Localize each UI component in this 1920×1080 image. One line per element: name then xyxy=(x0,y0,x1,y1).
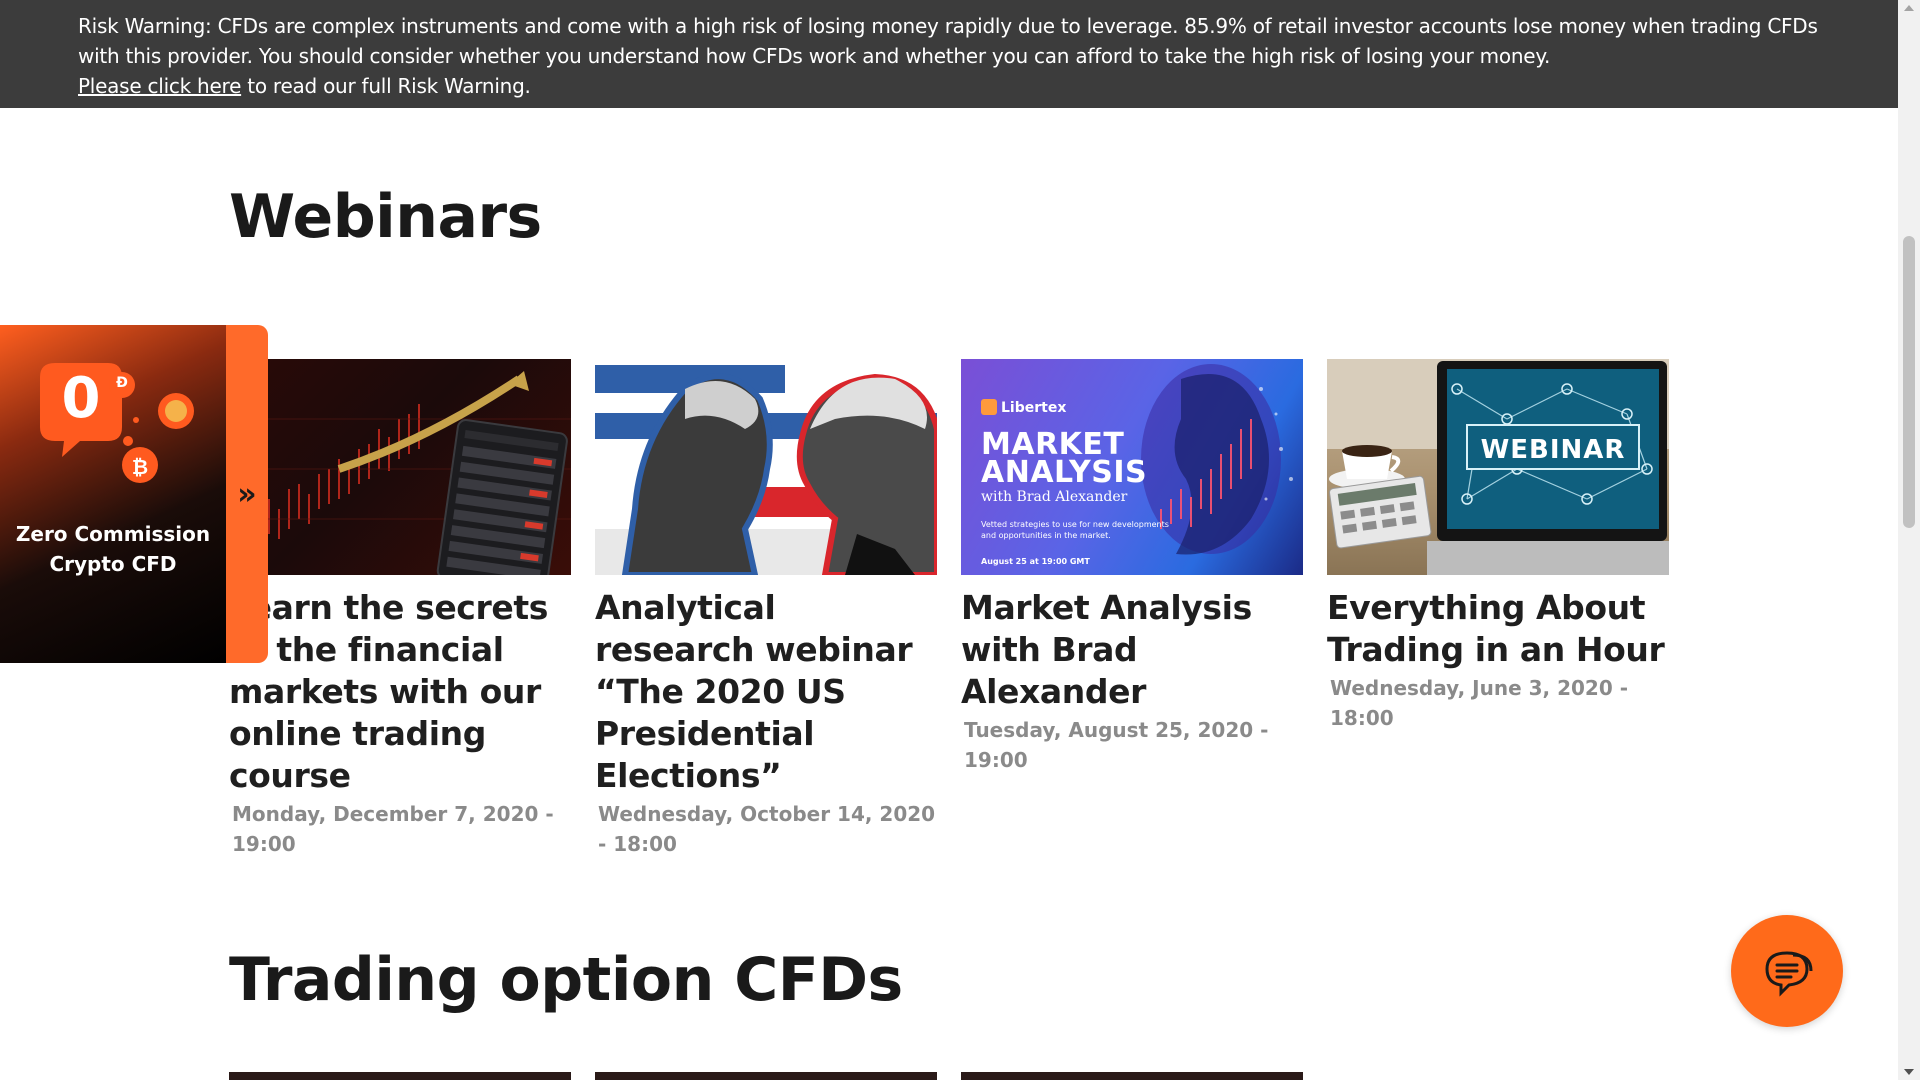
webinar-laptop-image[interactable]: WEBINAR xyxy=(1327,359,1669,575)
bitcoin-icon: ₿ xyxy=(131,455,149,479)
webinars-heading: Webinars xyxy=(229,182,542,252)
webinar-card[interactable]: Learn the secrets of the financial marke… xyxy=(229,359,571,859)
webinar-card[interactable]: Libertex MARKET ANALYSIS with Brad Alexa… xyxy=(961,359,1303,775)
webinar-date: Wednesday, October 14, 2020 - 18:00 xyxy=(598,802,936,856)
webinar-title[interactable]: Everything About Trading in an Hour xyxy=(1327,587,1669,671)
risk-warning-banner: Risk Warning: CFDs are complex instrumen… xyxy=(0,0,1898,108)
scroll-up-icon[interactable] xyxy=(1904,5,1914,11)
webinar-date: Monday, December 7, 2020 - 19:00 xyxy=(232,802,554,856)
shiba-coin-icon xyxy=(166,401,186,421)
market-analysis-image[interactable]: Libertex MARKET ANALYSIS with Brad Alexa… xyxy=(961,359,1303,575)
promo-panel[interactable]: 0 Ð ₿ Zero Commission Crypto CFD xyxy=(0,325,226,663)
thumb-headline: MARKET ANALYSIS xyxy=(981,427,1148,490)
promo-zero-badge: 0 xyxy=(61,366,101,431)
promo-expand-tab[interactable]: » xyxy=(226,325,268,663)
chat-button[interactable] xyxy=(1731,915,1843,1027)
webinar-title[interactable]: Market Analysis with Brad Alexander xyxy=(961,587,1303,713)
chat-bubble-icon[interactable] xyxy=(1759,943,1815,999)
risk-warning-text: Risk Warning: CFDs are complex instrumen… xyxy=(78,14,1818,68)
page-scrollbar[interactable] xyxy=(1898,0,1920,1080)
stock-chart-image[interactable] xyxy=(229,359,571,575)
webinar-title[interactable]: Analytical research webinar “The 2020 US… xyxy=(595,587,937,797)
webinar-title[interactable]: Learn the secrets of the financial marke… xyxy=(229,587,571,797)
thumb-screen-text: WEBINAR xyxy=(1480,435,1626,465)
thumb-brand: Libertex xyxy=(981,399,1066,416)
cfd-card-image[interactable] xyxy=(595,1072,937,1080)
thumb-when: August 25 at 19:00 GMT xyxy=(981,557,1090,566)
libertex-logo-icon xyxy=(981,399,997,415)
page: Risk Warning: CFDs are complex instrumen… xyxy=(0,0,1920,1080)
zero-commission-promo[interactable]: 0 Ð ₿ Zero Commission Crypto CFD » xyxy=(0,325,268,663)
webinar-card[interactable]: WEBINAR Everything About Trading in an H… xyxy=(1327,359,1669,733)
thumb-with: with Brad Alexander xyxy=(981,489,1128,505)
double-chevron-right-icon[interactable]: » xyxy=(237,477,256,512)
risk-warning-link[interactable]: Please click here xyxy=(78,74,241,98)
cfd-card-image[interactable] xyxy=(961,1072,1303,1080)
webinar-card[interactable]: Analytical research webinar “The 2020 US… xyxy=(595,359,937,859)
dogecoin-icon: Ð xyxy=(116,375,128,391)
webinar-date: Wednesday, June 3, 2020 - 18:00 xyxy=(1330,676,1629,730)
trading-option-cfds-heading: Trading option CFDs xyxy=(229,945,903,1015)
scrollbar-thumb[interactable] xyxy=(1903,236,1915,528)
promo-text[interactable]: Zero Commission Crypto CFD xyxy=(0,519,226,579)
election-image[interactable] xyxy=(595,359,937,575)
risk-warning-link-suffix: to read our full Risk Warning. xyxy=(241,74,531,98)
cfd-card-image[interactable] xyxy=(229,1072,571,1080)
thumb-blurb: Vetted strategies to use for new develop… xyxy=(981,520,1169,540)
scroll-down-icon[interactable] xyxy=(1904,1069,1914,1075)
webinar-date: Tuesday, August 25, 2020 - 19:00 xyxy=(964,718,1269,772)
